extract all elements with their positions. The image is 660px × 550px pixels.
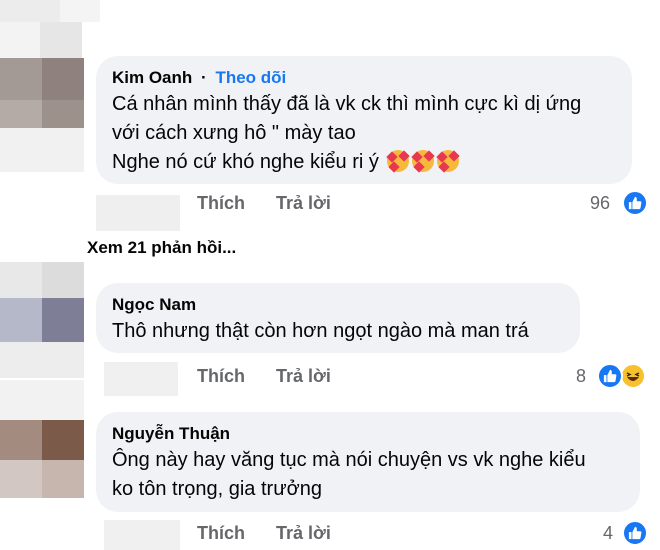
like-reaction-icon[interactable] — [622, 190, 648, 216]
like-reaction-icon[interactable] — [622, 520, 648, 546]
like-reaction-icon[interactable] — [597, 363, 623, 389]
comment-header: Kim Oanh · Theo dõi — [112, 66, 616, 90]
comment-actions: Thích Trả lời 8 — [0, 361, 660, 391]
view-replies-link[interactable]: Xem 21 phản hồi... — [87, 236, 236, 260]
haha-reaction-icon[interactable] — [620, 363, 646, 389]
comment-header: Ngọc Nam — [112, 293, 564, 317]
reply-button[interactable]: Trả lời — [276, 361, 331, 391]
smiling-face-with-hearts-icon — [386, 150, 411, 173]
comment-header: Nguyễn Thuận — [112, 422, 624, 446]
smiling-face-with-hearts-icon — [436, 150, 461, 173]
reply-button[interactable]: Trả lời — [276, 518, 331, 548]
comment-line: Ông này hay văng tục mà nói chuyện vs vk… — [112, 449, 586, 471]
follow-link[interactable]: Theo dõi — [215, 68, 286, 87]
comment-actions: Thích Trả lời 4 — [0, 518, 660, 548]
comment-bubble: Kim Oanh · Theo dõi Cá nhân mình thấy đã… — [96, 56, 632, 184]
comment-line: Nghe nó cứ khó nghe kiểu ri ý — [112, 148, 616, 177]
comment-text: Ông này hay văng tục mà nói chuyện vs vk… — [112, 446, 624, 504]
reaction-count[interactable]: 96 — [590, 188, 610, 218]
comment-line: Thô nhưng thật còn hơn ngọt ngào mà man … — [112, 320, 529, 342]
separator-dot: · — [201, 68, 207, 87]
comment-line: Cá nhân mình thấy đã là vk ck thì mình c… — [112, 93, 582, 115]
like-button[interactable]: Thích — [197, 361, 245, 391]
like-button[interactable]: Thích — [197, 518, 245, 548]
comment-actions: Thích Trả lời 96 — [0, 188, 660, 218]
comment-author[interactable]: Nguyễn Thuận — [112, 424, 230, 443]
comment-line: ko tôn trọng, gia trưởng — [112, 478, 322, 500]
comment-bubble: Nguyễn Thuận Ông này hay văng tục mà nói… — [96, 412, 640, 512]
comment-text: Cá nhân mình thấy đã là vk ck thì mình c… — [112, 90, 616, 177]
reaction-count[interactable]: 4 — [603, 518, 613, 548]
comment-author[interactable]: Kim Oanh — [112, 68, 192, 87]
comment-line: với cách xưng hô " mày tao — [112, 122, 356, 144]
reply-button[interactable]: Trả lời — [276, 188, 331, 218]
reaction-count[interactable]: 8 — [576, 361, 586, 391]
smiling-face-with-hearts-icon — [411, 150, 436, 173]
like-button[interactable]: Thích — [197, 188, 245, 218]
comment-author[interactable]: Ngọc Nam — [112, 295, 196, 314]
comment-line-text: Nghe nó cứ khó nghe kiểu ri ý — [112, 151, 379, 173]
comment-bubble: Ngọc Nam Thô nhưng thật còn hơn ngọt ngà… — [96, 283, 580, 353]
comment-text: Thô nhưng thật còn hơn ngọt ngào mà man … — [112, 317, 564, 346]
